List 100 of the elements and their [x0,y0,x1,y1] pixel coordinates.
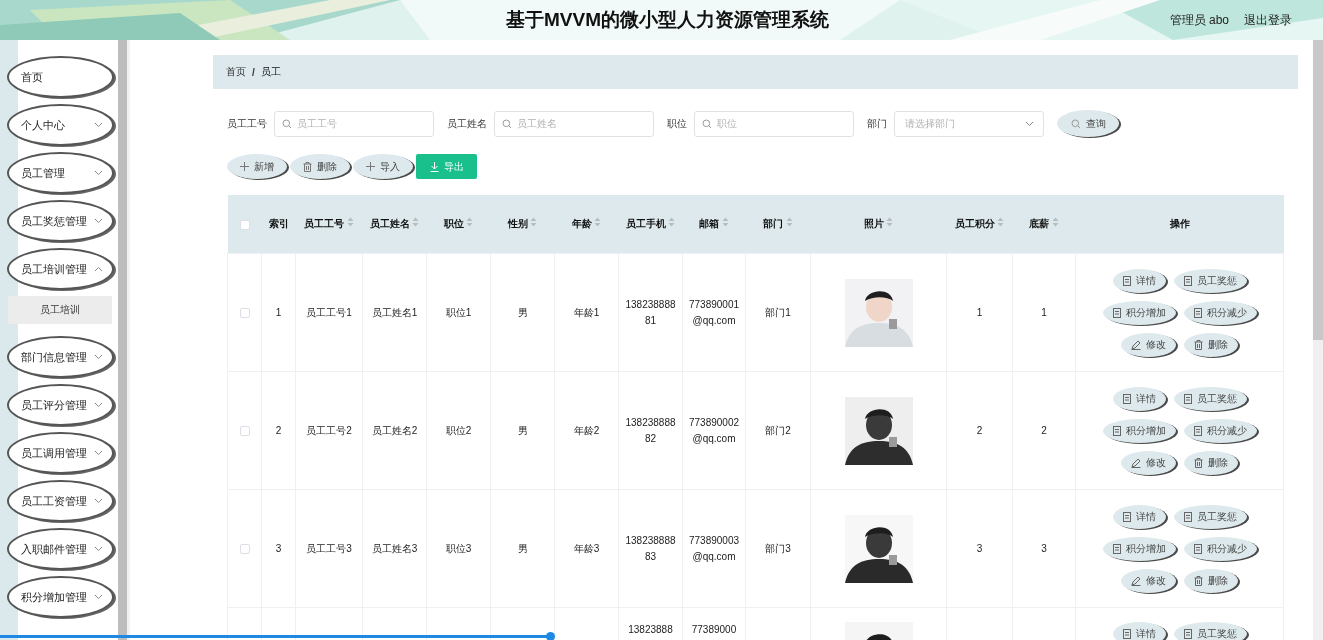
toolbar-button[interactable]: 删除 [290,154,350,179]
table-cell: 1 [976,307,983,318]
sidebar-item[interactable]: 积分增加管理 [7,576,114,618]
table-cell: 773890003@qq.com [688,534,740,562]
user-name: 管理员 abo [1169,11,1229,29]
document-icon [1122,629,1131,639]
search-icon [502,118,512,129]
row-action-button[interactable]: 积分增加 [1102,536,1176,561]
sort-icon[interactable] [346,217,354,227]
field-label: 员工姓名 [447,116,487,131]
row-action-button[interactable]: 修改 [1121,450,1176,475]
sidebar-item[interactable]: 员工奖惩管理 [7,200,114,242]
row-action-button[interactable]: 员工奖惩 [1173,622,1247,640]
row-action-button[interactable]: 积分减少 [1183,418,1257,443]
column-header[interactable]: 员工积分 [954,218,995,229]
chevron-icon [94,354,103,360]
sidebar-item[interactable]: 员工调用管理 [7,432,114,474]
sidebar-subitem[interactable]: 员工培训 [8,296,112,324]
sort-icon[interactable] [721,217,729,227]
logout-link[interactable]: 退出登录 [1244,11,1292,29]
field-label: 员工工号 [227,116,267,131]
row-action-button[interactable]: 删除 [1184,450,1238,475]
row-checkbox[interactable] [239,544,250,555]
sort-icon[interactable] [530,217,538,227]
search-field[interactable]: 员工工号 [274,110,434,137]
row-action-button[interactable]: 详情 [1112,386,1166,411]
breadcrumb-item[interactable]: 首页 [226,65,246,79]
table-cell: 员工工号1 [306,306,352,318]
table-cell: 员工工号2 [306,424,352,436]
row-action-button[interactable]: 删除 [1184,568,1238,593]
document-icon [1122,275,1131,286]
sidebar-item[interactable]: 员工管理 [7,152,114,194]
row-action-button[interactable]: 修改 [1121,568,1176,593]
column-header[interactable]: 年龄 [571,218,592,229]
field-label: 部门 [867,116,887,131]
table-cell: 1 [1041,307,1047,318]
table-cell: 男 [517,542,528,554]
table-cell: 员工姓名1 [371,306,418,318]
scrollbar[interactable] [1313,40,1323,640]
row-checkbox[interactable] [239,426,250,437]
sidebar-item[interactable]: 首页 [7,56,114,98]
search-button[interactable]: 查询 [1057,110,1119,137]
row-action-button[interactable]: 员工奖惩 [1173,386,1247,411]
trash-icon [303,161,312,172]
sidebar-item[interactable]: 员工培训管理 [7,248,114,290]
table-cell: 13823888881 [625,298,676,326]
document-icon [1183,511,1192,522]
sidebar-item[interactable]: 部门信息管理 [7,336,114,378]
row-checkbox[interactable] [239,308,250,319]
row-action-button[interactable]: 积分减少 [1183,300,1257,325]
column-header[interactable]: 员工姓名 [369,218,410,229]
column-header[interactable]: 邮箱 [699,218,720,229]
table-cell: 773890001@qq.com [688,298,740,326]
select-all-checkbox[interactable] [239,219,250,230]
search-field[interactable]: 员工姓名 [494,110,654,137]
sort-icon[interactable] [594,217,602,227]
table-cell: 年龄2 [573,424,600,436]
row-action-button[interactable]: 删除 [1184,332,1238,357]
sort-icon[interactable] [1051,217,1059,227]
row-action-button[interactable]: 积分增加 [1102,418,1176,443]
row-action-button[interactable]: 员工奖惩 [1173,504,1247,529]
column-header[interactable]: 职位 [443,218,464,229]
sort-icon[interactable] [412,217,420,227]
row-action-button[interactable]: 详情 [1112,504,1166,529]
sidebar-item[interactable]: 员工评分管理 [7,384,114,426]
table-cell: 男 [517,424,528,436]
sort-icon[interactable] [886,217,894,227]
column-header[interactable]: 性别 [507,218,528,229]
row-action-button[interactable]: 修改 [1121,332,1176,357]
row-action-button[interactable]: 积分增加 [1102,300,1176,325]
toolbar-button[interactable]: 新增 [227,154,287,179]
column-header[interactable]: 部门 [763,218,784,229]
search-field[interactable]: 职位 [694,110,854,137]
table-cell: 3 [1041,543,1047,554]
chevron-icon [94,218,103,224]
column-header[interactable]: 底薪 [1029,218,1050,229]
table-cell: 部门1 [765,306,791,318]
sidebar-item[interactable]: 入职邮件管理 [7,528,114,570]
sidebar-item[interactable]: 员工工资管理 [7,480,114,522]
column-header[interactable]: 照片 [863,218,884,229]
row-action-button[interactable]: 详情 [1112,268,1166,293]
department-select[interactable]: 请选择部门 [894,110,1044,137]
sort-icon[interactable] [466,217,474,227]
table-cell: 员工工号3 [306,542,352,554]
sort-icon[interactable] [997,217,1005,227]
trash-icon [1194,339,1203,350]
column-header[interactable]: 员工手机 [625,218,666,229]
sort-icon[interactable] [668,217,676,227]
download-icon [429,161,439,172]
sidebar-item[interactable]: 个人中心 [7,104,114,146]
document-icon [1193,543,1202,554]
table-cell: 3 [275,543,282,554]
sort-icon[interactable] [785,217,793,227]
row-action-button[interactable]: 积分减少 [1183,536,1257,561]
scrollbar[interactable] [118,40,130,640]
document-icon [1122,511,1131,522]
row-action-button[interactable]: 员工奖惩 [1173,268,1247,293]
column-header[interactable]: 员工工号 [304,218,345,229]
toolbar-button[interactable]: 导入 [353,154,413,179]
row-action-button[interactable]: 详情 [1112,622,1166,640]
